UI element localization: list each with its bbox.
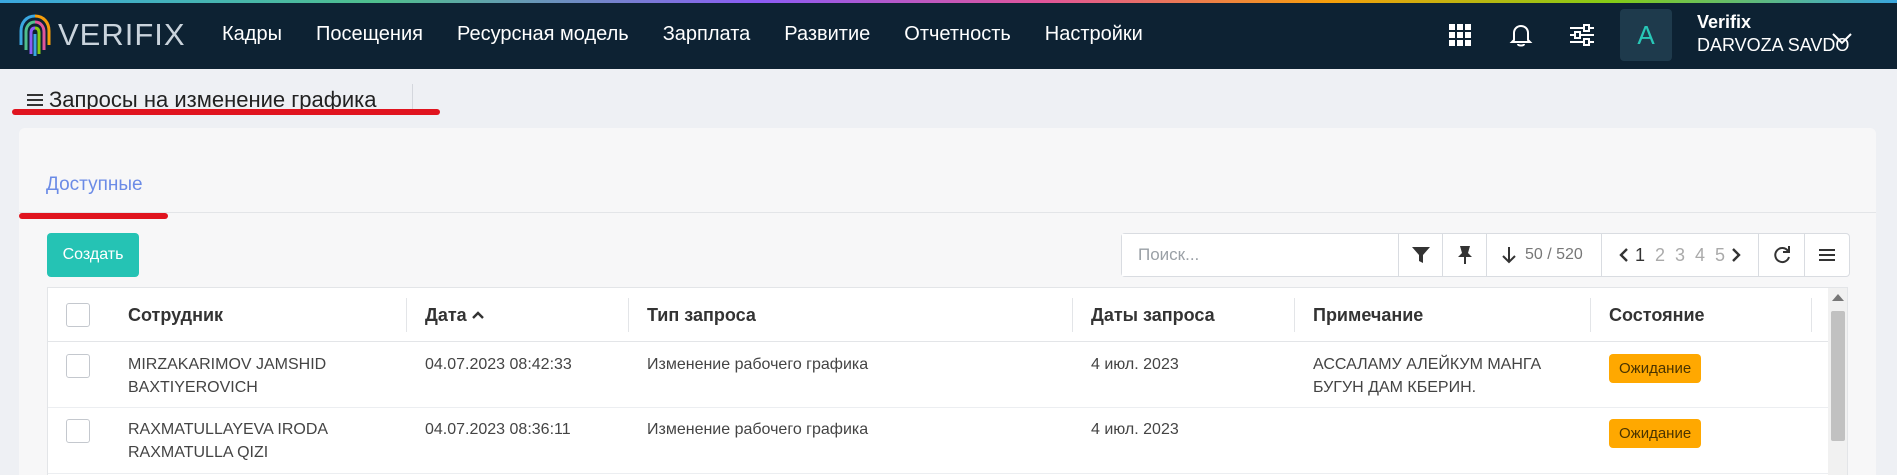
user-avatar[interactable]: A	[1620, 9, 1672, 61]
page-number-3[interactable]: 3	[1675, 245, 1685, 266]
employee-name-line: RAXMATULLAYEVA IRODA	[128, 421, 329, 438]
scroll-up-arrow-icon[interactable]	[1832, 294, 1844, 301]
column-header-request-type[interactable]: Тип запроса	[647, 288, 756, 342]
search-input[interactable]	[1122, 234, 1399, 276]
table-header: Сотрудник Дата Тип запроса Даты запроса …	[48, 288, 1828, 342]
menu-item-reports[interactable]: Отчетность	[904, 23, 1011, 46]
sort-count-button[interactable]: 50 / 520	[1487, 234, 1602, 276]
requests-table: Сотрудник Дата Тип запроса Даты запроса …	[47, 287, 1848, 475]
annotation-underline-tab	[19, 213, 168, 219]
column-header-request-dates[interactable]: Даты запроса	[1091, 288, 1215, 342]
annotation-underline-title	[12, 109, 440, 115]
menu-item-settings[interactable]: Настройки	[1045, 23, 1143, 46]
column-separator	[1294, 298, 1295, 332]
column-separator	[628, 298, 629, 332]
hamburger-menu-icon[interactable]	[27, 93, 43, 107]
page-number-4[interactable]: 4	[1695, 245, 1705, 266]
column-header-employee[interactable]: Сотрудник	[128, 288, 223, 342]
note-cell: АССАЛАМУ АЛЕЙКУМ МАНГА БУГУН ДАМ КБЕРИН.	[1313, 353, 1541, 399]
hamburger-menu-icon	[1819, 249, 1835, 261]
sliders-icon[interactable]	[1568, 21, 1596, 49]
request-dates-cell: 4 июл. 2023	[1091, 421, 1179, 438]
top-navbar: VERIFIX Кадры Посещения Ресурсная модель…	[0, 0, 1897, 69]
column-header-status[interactable]: Состояние	[1609, 288, 1705, 342]
row-checkbox[interactable]	[66, 354, 90, 378]
date-cell: 04.07.2023 08:42:33	[425, 356, 572, 373]
status-badge: Ожидание	[1609, 419, 1702, 448]
fingerprint-logo-icon	[19, 14, 51, 56]
employee-cell: RAXMATULLAYEVA IRODA RAXMATULLA QIZI	[128, 418, 328, 464]
table-row[interactable]: MIRZAKARIMOV JAMSHID BAXTIYEROVICH 04.07…	[48, 343, 1828, 408]
employee-name-line: MIRZAKARIMOV JAMSHID	[128, 356, 327, 373]
chevron-left-icon[interactable]	[1618, 247, 1630, 263]
column-header-date[interactable]: Дата	[425, 288, 485, 342]
menu-item-resource-model[interactable]: Ресурсная модель	[457, 23, 629, 46]
menu-item-hr[interactable]: Кадры	[222, 23, 282, 46]
table-scrollbar[interactable]	[1828, 288, 1847, 475]
record-count: 50 / 520	[1525, 246, 1583, 263]
employee-name-line: BAXTIYEROVICH	[128, 379, 258, 396]
chevron-right-icon[interactable]	[1730, 247, 1742, 263]
request-dates-cell: 4 июл. 2023	[1091, 356, 1179, 373]
tab-divider	[19, 212, 1876, 213]
page-number-1[interactable]: 1	[1635, 245, 1645, 266]
pin-icon	[1457, 246, 1472, 264]
menu-item-development[interactable]: Развитие	[784, 23, 870, 46]
tab-available[interactable]: Доступные	[46, 174, 143, 196]
chevron-down-icon[interactable]	[1831, 32, 1853, 46]
scrollbar-thumb[interactable]	[1831, 311, 1845, 441]
filter-icon	[1411, 247, 1430, 263]
page-number-5[interactable]: 5	[1715, 245, 1725, 266]
column-separator	[406, 298, 407, 332]
main-menu: Кадры Посещения Ресурсная модель Зарплат…	[222, 0, 1177, 69]
page-number-2[interactable]: 2	[1655, 245, 1665, 266]
status-badge: Ожидание	[1609, 354, 1702, 383]
note-line: АССАЛАМУ АЛЕЙКУМ МАНГА	[1313, 356, 1542, 373]
column-separator	[1590, 298, 1591, 332]
refresh-button[interactable]	[1759, 234, 1805, 276]
note-line: БУГУН ДАМ КБЕРИН.	[1313, 379, 1477, 396]
user-company[interactable]: DARVOZA SAVDO	[1697, 35, 1849, 56]
request-type-cell: Изменение рабочего графика	[647, 421, 869, 438]
table-row[interactable]: RAXMATULLAYEVA IRODA RAXMATULLA QIZI 04.…	[48, 408, 1828, 474]
column-header-date-label: Дата	[425, 304, 467, 325]
refresh-icon	[1773, 246, 1790, 264]
column-separator	[1811, 298, 1812, 332]
column-header-note[interactable]: Примечание	[1313, 288, 1423, 342]
heading-separator	[412, 84, 413, 112]
list-toolbar: 50 / 520 1 2 3 4 5	[1121, 233, 1850, 277]
column-separator	[1072, 298, 1073, 332]
create-button[interactable]: Создать	[47, 233, 139, 277]
verifix-logo[interactable]: VERIFIX	[18, 12, 186, 58]
logo-text: VERIFIX	[58, 17, 186, 52]
employee-cell: MIRZAKARIMOV JAMSHID BAXTIYEROVICH	[128, 353, 326, 399]
row-checkbox[interactable]	[66, 419, 90, 443]
pagination: 1 2 3 4 5	[1602, 234, 1759, 276]
filter-button[interactable]	[1399, 234, 1443, 276]
pin-button[interactable]	[1443, 234, 1487, 276]
date-cell: 04.07.2023 08:36:11	[425, 421, 571, 438]
list-menu-button[interactable]	[1805, 234, 1849, 276]
menu-item-attendance[interactable]: Посещения	[316, 23, 423, 46]
sort-ascending-icon	[471, 311, 484, 319]
arrow-down-icon	[1502, 247, 1516, 264]
employee-name-line: RAXMATULLA QIZI	[128, 444, 269, 461]
bell-icon[interactable]	[1507, 21, 1535, 49]
apps-grid-icon[interactable]	[1446, 21, 1474, 49]
select-all-checkbox[interactable]	[66, 303, 90, 327]
menu-item-salary[interactable]: Зарплата	[663, 23, 751, 46]
user-name[interactable]: Verifix	[1697, 12, 1751, 33]
request-type-cell: Изменение рабочего графика	[647, 356, 869, 373]
